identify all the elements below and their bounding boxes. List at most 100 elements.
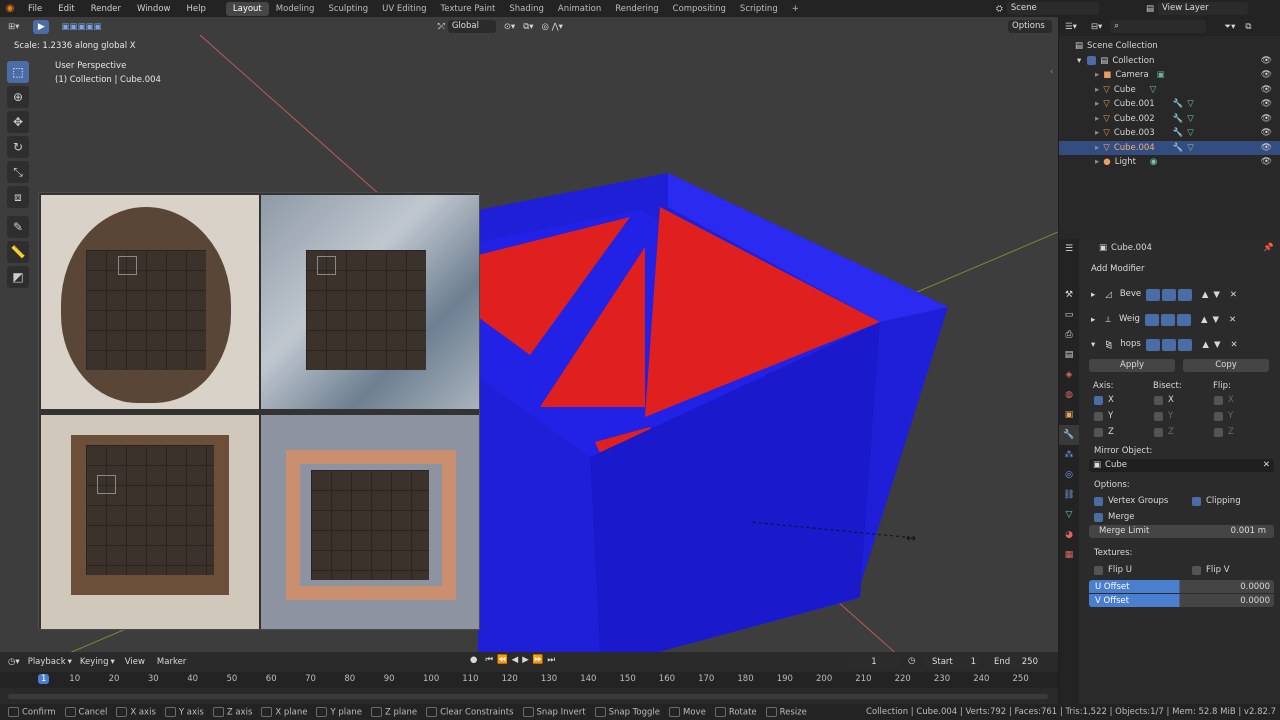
v-offset-field[interactable]: V Offset 0.0000 [1089, 594, 1274, 607]
remove-modifier-icon[interactable]: ✕ [1231, 340, 1238, 350]
tab-sculpting[interactable]: Sculpting [321, 2, 375, 16]
new-collection-icon[interactable]: ⧉ [1245, 22, 1251, 32]
remove-modifier-icon[interactable]: ✕ [1230, 290, 1237, 300]
transform-tool-icon[interactable]: ⧈ [7, 186, 29, 208]
bisect-y-checkbox[interactable] [1154, 411, 1163, 421]
viewport-toggle-icon[interactable] [1162, 338, 1177, 351]
particles-tab-icon[interactable]: ⁂ [1059, 445, 1079, 465]
tab-modeling[interactable]: Modeling [269, 2, 322, 16]
jump-start-icon[interactable]: ⏮ [485, 655, 493, 665]
add-cube-tool-icon[interactable]: ◩ [7, 266, 29, 288]
flip-v-checkbox[interactable] [1192, 565, 1201, 575]
physics-tab-icon[interactable]: ◎ [1059, 465, 1079, 485]
start-frame-field[interactable]: Start 1 [924, 656, 980, 669]
tab-animation[interactable]: Animation [551, 2, 608, 16]
view-layer-tab-icon[interactable]: ▤ [1059, 345, 1079, 365]
move-down-icon[interactable]: ▼ [1214, 340, 1221, 350]
tab-layout[interactable]: Layout [225, 1, 269, 16]
filter-icon[interactable]: ⏷▾ [1224, 22, 1235, 32]
material-tab-icon[interactable]: ◕ [1059, 525, 1079, 545]
orientation-dropdown[interactable]: Global [447, 20, 496, 33]
move-down-icon[interactable]: ▼ [1213, 315, 1220, 325]
select-mode-button[interactable]: ▶ [33, 20, 50, 34]
end-frame-field[interactable]: End 250 [986, 656, 1042, 669]
flip-u-checkbox[interactable] [1094, 565, 1103, 575]
move-tool-icon[interactable]: ✥ [7, 111, 29, 133]
bisect-z-checkbox[interactable] [1154, 427, 1163, 437]
eye-icon[interactable]: 👁 [1261, 157, 1272, 167]
display-mode-icon[interactable]: ⊟▾ [1091, 22, 1102, 32]
tab-scripting[interactable]: Scripting [733, 2, 785, 16]
tab-shading[interactable]: Shading [502, 2, 551, 16]
render-tab-icon[interactable]: ▭ [1059, 305, 1079, 325]
prev-keyframe-icon[interactable]: ⏪ [497, 655, 508, 665]
menu-marker[interactable]: Marker [157, 657, 186, 667]
3d-viewport[interactable]: ↔ ⊞▾ ▶ ▣▣▣▣▣ ⤱ Global ⊙▾ ⧉▾ ◎ ⋀▾ Options… [0, 17, 1058, 652]
view-layer-field[interactable]: View Layer [1158, 2, 1249, 15]
pivot-icon[interactable]: ⊙▾ [504, 22, 515, 32]
render-toggle-icon[interactable] [1177, 288, 1192, 301]
measure-tool-icon[interactable]: 📏 [7, 241, 29, 263]
modifier-weighted-normal[interactable]: ▸ ⟂ Weig ▲ ▼ ✕ [1083, 307, 1280, 332]
proportional-edit-icon[interactable]: ◎ ⋀▾ [542, 22, 563, 32]
collapse-arrow-icon[interactable]: ▾ [1091, 340, 1095, 350]
current-frame-field[interactable]: 1 [848, 656, 900, 669]
select-box-icons[interactable]: ▣▣▣▣▣ [61, 22, 101, 32]
move-down-icon[interactable]: ▼ [1213, 290, 1220, 300]
rotate-tool-icon[interactable]: ↻ [7, 136, 29, 158]
outliner-editor-icon[interactable]: ☰▾ [1065, 22, 1077, 32]
modifier-name-field[interactable]: hops [1118, 338, 1145, 351]
expand-arrow-icon[interactable]: ▾ [1077, 56, 1081, 66]
flip-x-checkbox[interactable] [1214, 395, 1223, 405]
eye-icon[interactable]: 👁 [1261, 70, 1272, 80]
menu-keying[interactable]: Keying [80, 657, 109, 667]
outliner-item-cube-001[interactable]: ▸ ▽ Cube.001 🔧 ▽ 👁 [1059, 97, 1280, 112]
timeline-scrollbar[interactable] [8, 694, 1048, 699]
data-tab-icon[interactable]: ▽ [1059, 505, 1079, 525]
flip-y-checkbox[interactable] [1214, 411, 1223, 421]
outliner-item-light[interactable]: ▸ ● Light ◉ 👁 [1059, 155, 1280, 170]
menu-window[interactable]: Window [129, 4, 179, 14]
scene-tab-icon[interactable]: ◈ [1059, 365, 1079, 385]
next-keyframe-icon[interactable]: ⏩ [533, 655, 544, 665]
pin-icon[interactable]: 📌 [1263, 243, 1274, 253]
outliner-item-cube[interactable]: ▸ ▽ Cube ▽ 👁 [1059, 83, 1280, 98]
eye-icon[interactable]: 👁 [1261, 85, 1272, 95]
axis-y-checkbox[interactable] [1094, 411, 1103, 421]
axis-z-checkbox[interactable] [1094, 427, 1103, 437]
play-reverse-icon[interactable]: ◀ [512, 655, 519, 665]
menu-view[interactable]: View [125, 657, 145, 667]
render-toggle-icon[interactable] [1176, 313, 1191, 326]
options-dropdown[interactable]: Options [1008, 20, 1052, 33]
tab-rendering[interactable]: Rendering [608, 2, 665, 16]
modifier-tab-icon[interactable]: 🔧 [1059, 425, 1079, 445]
cursor-tool-icon[interactable]: ⊕ [7, 86, 29, 108]
play-icon[interactable]: ▶ [522, 655, 529, 665]
outliner-scene-collection[interactable]: ▤ Scene Collection [1059, 39, 1280, 54]
apply-button[interactable]: Apply [1089, 359, 1175, 372]
remove-modifier-icon[interactable]: ✕ [1229, 315, 1236, 325]
editor-type-icon[interactable]: ◷▾ [8, 657, 20, 667]
annotate-tool-icon[interactable]: ✎ [7, 216, 29, 238]
flip-z-checkbox[interactable] [1214, 427, 1223, 437]
jump-end-icon[interactable]: ⏭ [547, 655, 555, 665]
merge-checkbox[interactable] [1094, 512, 1103, 522]
add-workspace-button[interactable]: + [785, 2, 806, 16]
move-up-icon[interactable]: ▲ [1202, 340, 1209, 350]
edit-mode-toggle-icon[interactable] [1144, 313, 1159, 326]
world-tab-icon[interactable]: ◍ [1059, 385, 1079, 405]
add-modifier-dropdown[interactable]: Add Modifier [1087, 262, 1276, 276]
tab-uv-editing[interactable]: UV Editing [375, 2, 433, 16]
vertex-groups-checkbox[interactable] [1094, 496, 1103, 506]
modifier-bevel[interactable]: ▸ ◿ Beve ▲ ▼ ✕ [1083, 282, 1280, 307]
collection-checkbox[interactable] [1087, 56, 1097, 66]
tab-compositing[interactable]: Compositing [666, 2, 733, 16]
bisect-x-checkbox[interactable] [1154, 395, 1163, 405]
merge-limit-field[interactable]: Merge Limit 0.001 m [1089, 525, 1274, 538]
output-tab-icon[interactable]: ⎙ [1059, 325, 1079, 345]
eye-icon[interactable]: 👁 [1261, 99, 1272, 109]
outliner-item-cube-004[interactable]: ▸ ▽ Cube.004 🔧 ▽ 👁 [1059, 140, 1280, 155]
outliner-item-cube-002[interactable]: ▸ ▽ Cube.002 🔧 ▽ 👁 [1059, 112, 1280, 127]
constraints-tab-icon[interactable]: ⛓ [1059, 485, 1079, 505]
editor-type-icon[interactable]: ☰ [1059, 239, 1079, 259]
